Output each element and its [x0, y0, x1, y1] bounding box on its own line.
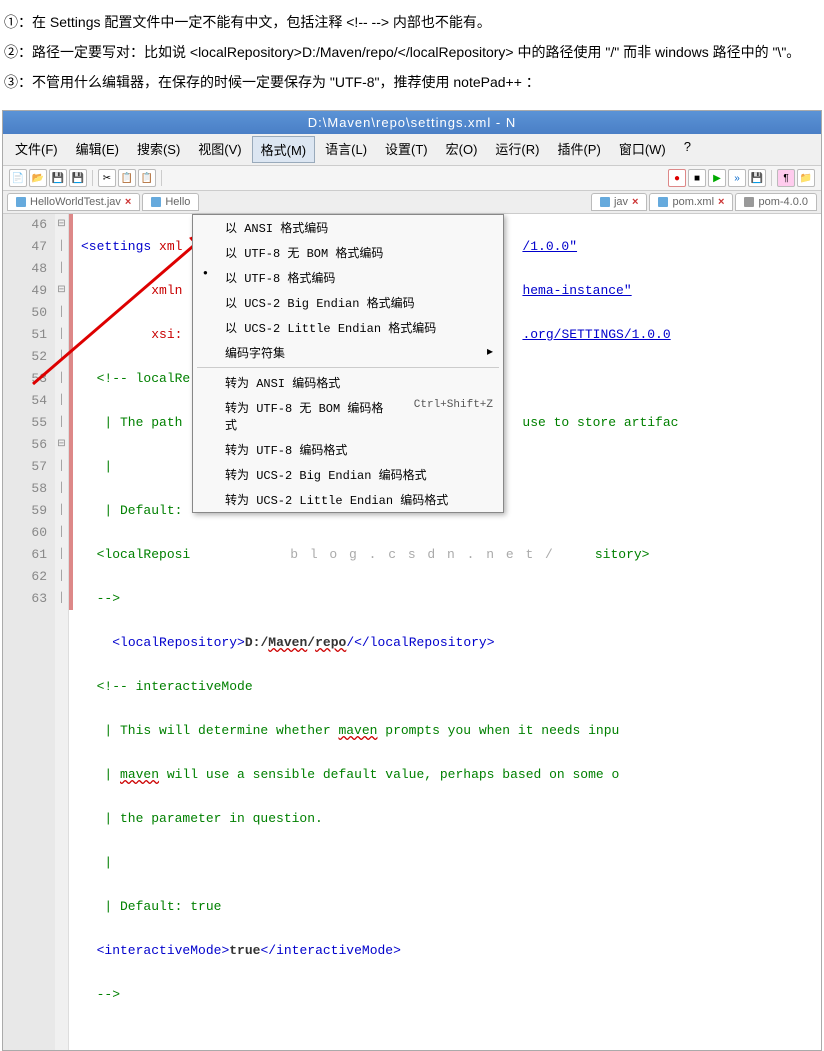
menu-item-ansi[interactable]: 以 ANSI 格式编码: [193, 215, 503, 240]
menu-settings[interactable]: 设置(T): [377, 136, 436, 163]
hide-chars-icon[interactable]: ¶: [777, 169, 795, 187]
note-3: ③：不管用什么编辑器，在保存的时候一定要保存为 "UTF-8"，推荐使用 not…: [4, 68, 820, 96]
menu-item-utf8[interactable]: 以 UTF-8 格式编码: [193, 265, 503, 290]
menu-item-to-ucs2-be[interactable]: 转为 UCS-2 Big Endian 编码格式: [193, 462, 503, 487]
menu-view[interactable]: 视图(V): [190, 136, 249, 163]
new-file-icon[interactable]: 📄: [9, 169, 27, 187]
menu-file[interactable]: 文件(F): [7, 136, 66, 163]
copy-icon[interactable]: 📋: [118, 169, 136, 187]
menu-plugins[interactable]: 插件(P): [549, 136, 608, 163]
menu-item-to-ucs2-le[interactable]: 转为 UCS-2 Little Endian 编码格式: [193, 487, 503, 512]
menu-help[interactable]: ?: [676, 136, 699, 163]
tab-file-1[interactable]: HelloWorldTest.jav×: [7, 193, 140, 211]
stop-icon[interactable]: ■: [688, 169, 706, 187]
paste-icon[interactable]: 📋: [138, 169, 156, 187]
menu-item-to-utf8[interactable]: 转为 UTF-8 编码格式: [193, 437, 503, 462]
close-icon[interactable]: ×: [718, 196, 724, 208]
menu-run[interactable]: 运行(R): [487, 136, 547, 163]
tab-file-3[interactable]: jav×: [591, 193, 648, 211]
fold-column[interactable]: ⊟││⊟││ ││││⊟│ ││││││: [55, 214, 69, 1050]
menu-window[interactable]: 窗口(W): [611, 136, 674, 163]
menu-language[interactable]: 语言(L): [317, 136, 375, 163]
record-icon[interactable]: ●: [668, 169, 686, 187]
play-icon[interactable]: ▶: [708, 169, 726, 187]
menu-format[interactable]: 格式(M): [252, 136, 316, 163]
tab-bar: HelloWorldTest.jav× Hello jav× pom.xml× …: [3, 191, 821, 214]
format-menu-dropdown: 以 ANSI 格式编码 以 UTF-8 无 BOM 格式编码 以 UTF-8 格…: [192, 214, 504, 513]
menu-item-to-ansi[interactable]: 转为 ANSI 编码格式: [193, 370, 503, 395]
menu-item-ucs2-le[interactable]: 以 UCS-2 Little Endian 格式编码: [193, 315, 503, 340]
menu-item-ucs2-be[interactable]: 以 UCS-2 Big Endian 格式编码: [193, 290, 503, 315]
save-macro-icon[interactable]: 💾: [748, 169, 766, 187]
cut-icon[interactable]: ✂: [98, 169, 116, 187]
tab-file-4[interactable]: pom.xml×: [649, 193, 733, 211]
menu-item-charset[interactable]: 编码字符集: [193, 340, 503, 365]
notepad-plus-plus-window: D:\Maven\repo\settings.xml - N 文件(F) 编辑(…: [2, 110, 822, 1051]
save-icon[interactable]: 💾: [49, 169, 67, 187]
code-editor[interactable]: 464748 495051 525354 555657 585960 61626…: [3, 214, 821, 1050]
instruction-notes: ①：在 Settings 配置文件中一定不能有中文，包括注释 <!-- --> …: [0, 0, 824, 106]
fast-icon[interactable]: »: [728, 169, 746, 187]
menu-item-to-utf8-nobom[interactable]: 转为 UTF-8 无 BOM 编码格式Ctrl+Shift+Z: [193, 395, 503, 437]
open-file-icon[interactable]: 📂: [29, 169, 47, 187]
close-icon[interactable]: ×: [125, 196, 131, 208]
line-numbers: 464748 495051 525354 555657 585960 61626…: [3, 214, 55, 1050]
menu-bar: 文件(F) 编辑(E) 搜索(S) 视图(V) 格式(M) 语言(L) 设置(T…: [3, 134, 821, 166]
folder-icon[interactable]: 📁: [797, 169, 815, 187]
toolbar: 📄 📂 💾 💾 ✂ 📋 📋 ● ■ ▶ » 💾 ¶ 📁: [3, 166, 821, 191]
menu-macro[interactable]: 宏(O): [438, 136, 486, 163]
window-title: D:\Maven\repo\settings.xml - N: [3, 111, 821, 134]
menu-item-utf8-nobom[interactable]: 以 UTF-8 无 BOM 格式编码: [193, 240, 503, 265]
shortcut-label: Ctrl+Shift+Z: [394, 399, 493, 433]
note-2: ②：路径一定要写对：比如说 <localRepository>D:/Maven/…: [4, 38, 820, 66]
menu-search[interactable]: 搜索(S): [129, 136, 188, 163]
tab-file-5[interactable]: pom-4.0.0: [735, 193, 817, 211]
tab-file-2[interactable]: Hello: [142, 193, 199, 211]
note-1: ①：在 Settings 配置文件中一定不能有中文，包括注释 <!-- --> …: [4, 8, 820, 36]
menu-separator: [197, 367, 499, 368]
save-all-icon[interactable]: 💾: [69, 169, 87, 187]
close-icon[interactable]: ×: [632, 196, 638, 208]
menu-edit[interactable]: 编辑(E): [68, 136, 127, 163]
